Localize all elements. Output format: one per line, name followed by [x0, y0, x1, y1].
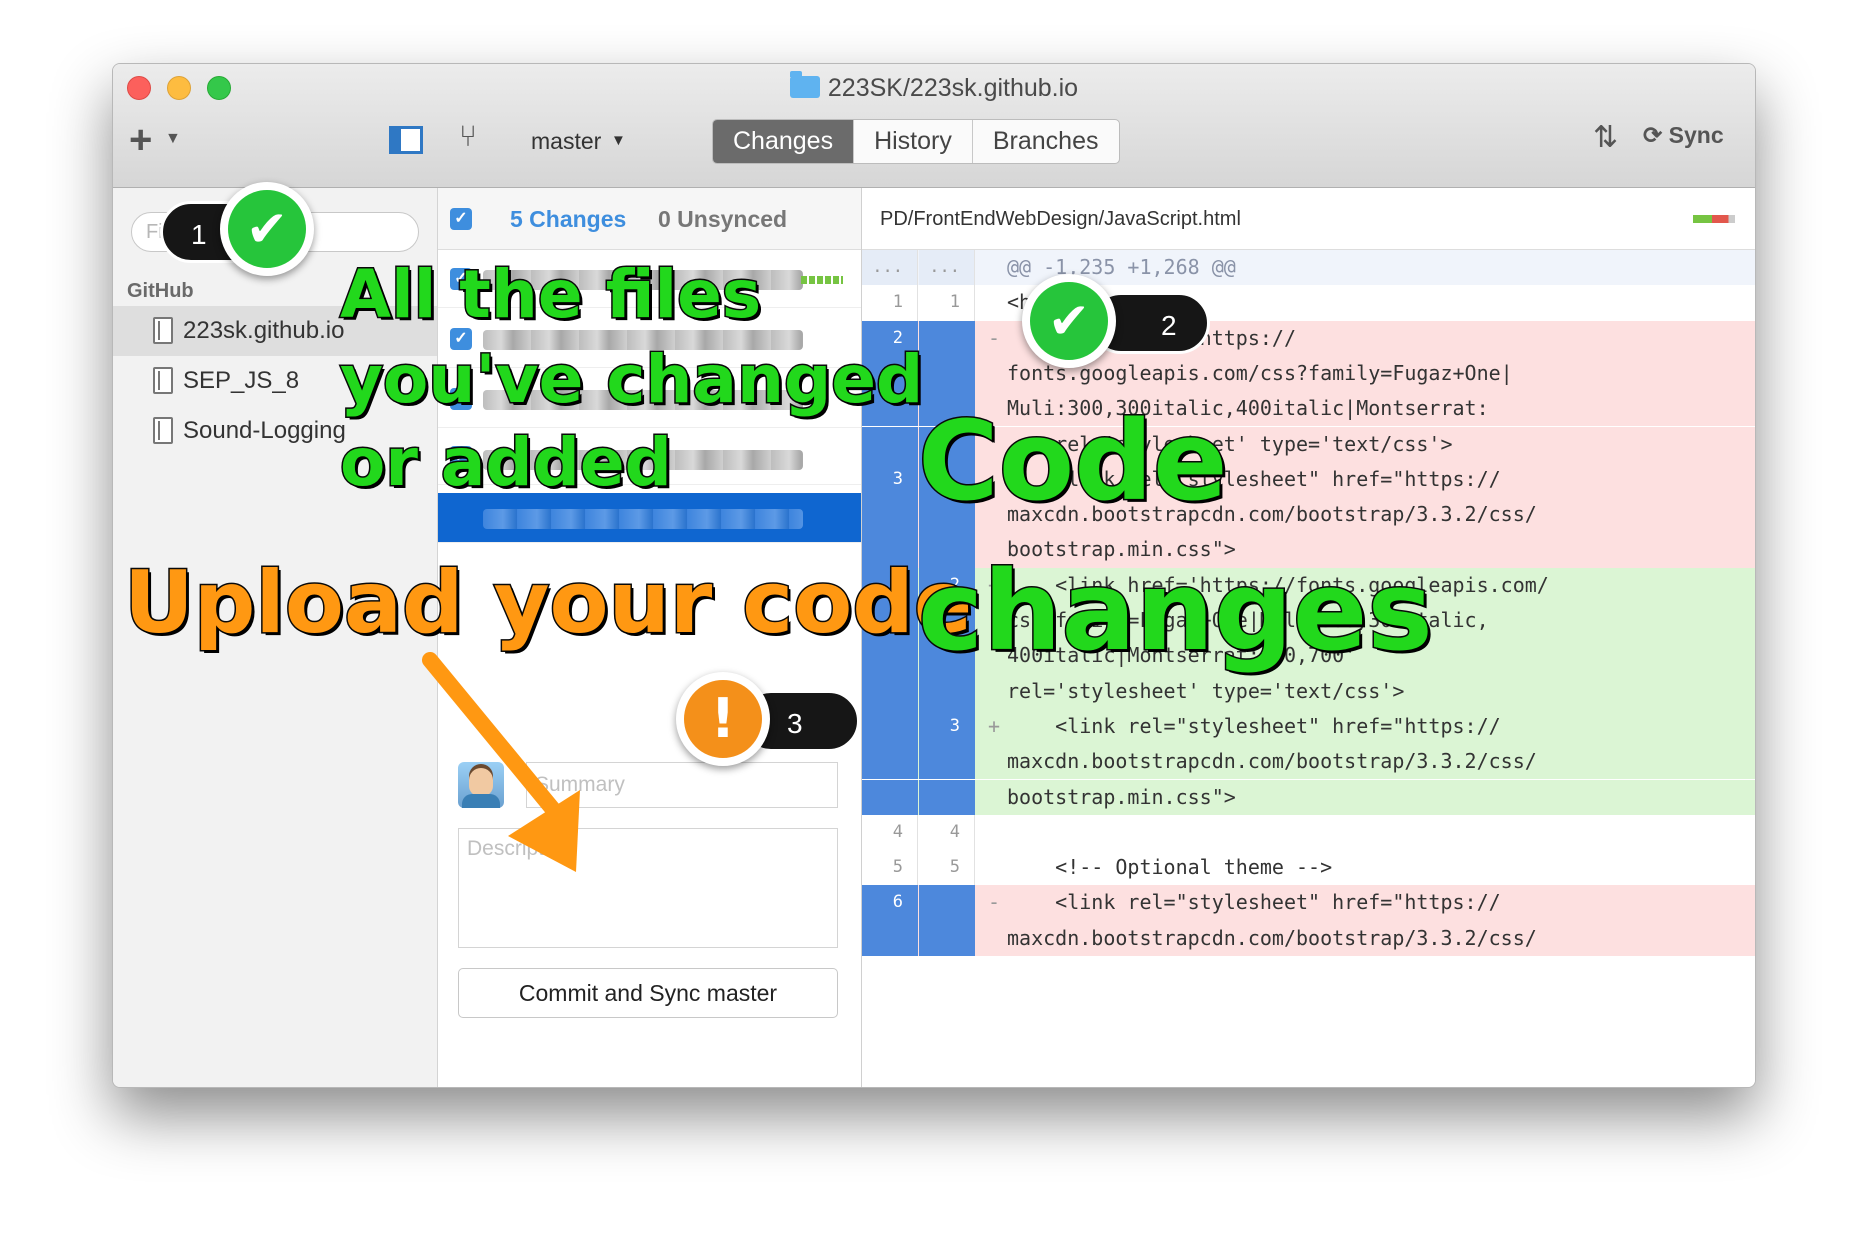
new-line-number: 5	[919, 850, 975, 886]
checkmark-icon: ✔	[1022, 274, 1116, 368]
pull-request-icon[interactable]: ⇅	[1593, 120, 1618, 155]
repository-icon	[153, 367, 173, 394]
avatar	[458, 762, 504, 808]
diff-line: 44	[862, 814, 1755, 851]
diff-sign: -	[988, 890, 1001, 915]
tab-changes[interactable]: Changes	[713, 120, 854, 163]
diff-code: <!-- Optional theme -->	[1007, 855, 1333, 880]
new-line-number: 3	[919, 708, 975, 745]
diff-line: maxcdn.bootstrapcdn.com/bootstrap/3.3.2/…	[862, 744, 1755, 780]
branch-chevron-down-icon[interactable]: ▼	[611, 132, 626, 149]
file-change-stats	[801, 276, 843, 284]
old-line-number: 6	[862, 885, 918, 921]
diff-line: fonts.googleapis.com/css?family=Fugaz+On…	[862, 355, 1755, 392]
diff-line: 55 <!-- Optional theme -->	[862, 850, 1755, 886]
chevron-down-icon[interactable]: ▼	[165, 130, 181, 148]
new-line-number: 4	[919, 814, 975, 851]
new-line-number	[919, 920, 975, 956]
diff-line: 2- <link href='https://	[862, 320, 1755, 356]
diff-line: 6 - <link rel="stylesheet" href="https://	[862, 885, 1755, 921]
tab-history[interactable]: History	[853, 120, 972, 163]
old-line-number	[862, 779, 918, 815]
diff-code: maxcdn.bootstrapcdn.com/bootstrap/3.3.2/…	[1007, 925, 1537, 950]
title-bar: 223SK/223sk.github.io + ▼ ⑂ master ▼ Cha…	[113, 64, 1755, 188]
diff-line: 11<head>	[862, 285, 1755, 321]
commit-summary-input[interactable]: Summary	[526, 762, 838, 808]
repo-name: Sound-Logging	[183, 417, 346, 444]
repository-icon	[153, 317, 173, 344]
new-line-number	[919, 779, 975, 815]
repo-name: 223sk.github.io	[183, 317, 345, 344]
diff-code: maxcdn.bootstrapcdn.com/bootstrap/3.3.2/…	[1007, 749, 1537, 774]
diff-sign: -	[988, 325, 1001, 350]
sync-label: Sync	[1668, 122, 1724, 148]
new-line-number	[919, 673, 975, 709]
old-line-number	[862, 497, 918, 533]
old-line-number	[862, 744, 918, 780]
diff-code: bootstrap.min.css">	[1007, 784, 1236, 809]
diff-file-path: PD/FrontEndWebDesign/JavaScript.html	[862, 188, 1755, 250]
new-line-number	[919, 320, 975, 356]
annotation-upload: Upload your code	[122, 553, 973, 653]
create-branch-icon[interactable]: ⑂	[459, 120, 477, 154]
old-line-number	[862, 708, 918, 745]
blurred-file-name	[483, 509, 803, 529]
window-title-text: 223SK/223sk.github.io	[827, 74, 1079, 102]
diff-line: ...... @@ -1,235 +1,268 @@	[862, 250, 1755, 286]
diff-code: @@ -1,235 +1,268 @@	[1007, 255, 1236, 279]
select-all-checkbox[interactable]: ✓	[450, 208, 472, 230]
old-line-number: 1	[862, 285, 918, 321]
annotation-files-line3: or added	[339, 424, 674, 501]
sync-button[interactable]: ⟳ Sync	[1643, 122, 1724, 149]
sync-icon: ⟳	[1643, 122, 1663, 148]
warning-icon: !	[676, 672, 770, 766]
unsynced-count-tab[interactable]: 0 Unsynced	[658, 206, 787, 233]
new-line-number	[919, 885, 975, 921]
diff-code: <link rel="stylesheet" href="https://	[1007, 890, 1501, 915]
diff-line: bootstrap.min.css">	[862, 779, 1755, 815]
diff-line: rel='stylesheet' type='text/css'>	[862, 673, 1755, 709]
changes-count-tab[interactable]: 5 Changes	[510, 206, 626, 233]
annotation-changes: changes	[917, 547, 1435, 675]
diff-line: 3 + <link rel="stylesheet" href="https://	[862, 708, 1755, 745]
github-section-header: GitHub	[127, 280, 194, 302]
repository-icon	[153, 417, 173, 444]
new-line-number: ...	[919, 250, 975, 286]
new-line-number	[919, 744, 975, 780]
changes-header: ✓ 5 Changes 0 Unsynced	[438, 188, 861, 250]
diff-code: <link rel="stylesheet" href="https://	[1007, 713, 1501, 738]
old-line-number: 4	[862, 814, 918, 851]
old-line-number: 5	[862, 850, 918, 886]
view-switcher: Changes History Branches	[712, 119, 1120, 164]
new-line-number	[919, 355, 975, 392]
annotation-code: Code	[917, 397, 1230, 525]
commit-and-sync-button[interactable]: Commit and Sync master	[458, 968, 838, 1018]
old-line-number	[862, 673, 918, 709]
commit-description-input[interactable]: Description	[458, 828, 838, 948]
annotation-files-line1: All the files	[338, 256, 762, 333]
repo-name: SEP_JS_8	[183, 367, 300, 394]
checkmark-icon: ✔	[220, 182, 314, 276]
diff-line: maxcdn.bootstrapcdn.com/bootstrap/3.3.2/…	[862, 920, 1755, 956]
diff-stat-bar	[1693, 215, 1735, 223]
old-line-number: ...	[862, 250, 918, 286]
folder-icon	[789, 71, 820, 98]
tab-branches[interactable]: Branches	[971, 120, 1119, 163]
window-title: 223SK/223sk.github.io	[113, 71, 1755, 103]
new-line-number: 1	[919, 285, 975, 321]
old-line-number: 3	[862, 461, 918, 498]
file-path-text: PD/FrontEndWebDesign/JavaScript.html	[880, 208, 1241, 230]
add-repository-button[interactable]: +	[129, 120, 152, 160]
annotation-files-line2: you've changed	[338, 341, 924, 418]
branch-selector[interactable]: master	[531, 128, 601, 155]
old-line-number	[862, 426, 918, 462]
diff-code: rel='stylesheet' type='text/css'>	[1007, 678, 1405, 703]
sidebar-toggle-icon[interactable]	[389, 126, 423, 154]
diff-sign: +	[988, 713, 1001, 738]
old-line-number	[862, 920, 918, 956]
